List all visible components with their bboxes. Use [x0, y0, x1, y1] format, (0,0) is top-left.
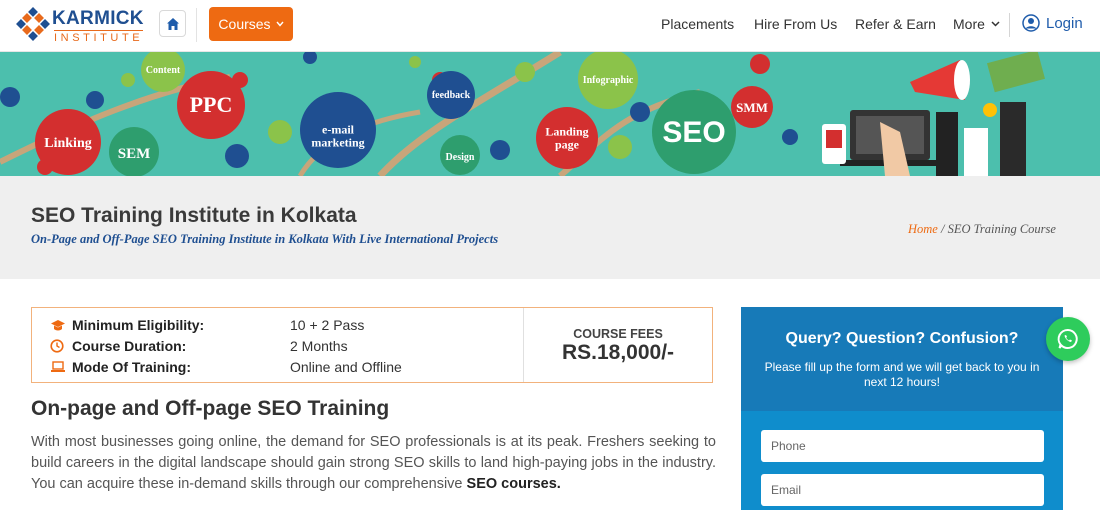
bubble-sem-label: SEM [118, 146, 151, 162]
logo-mark-icon [16, 7, 50, 41]
info-row-mode: Mode Of Training: Online and Offline [50, 357, 402, 377]
banner-illustration: Content PPC Linking SEM e-mail marketing … [0, 52, 1045, 176]
courses-dropdown-button[interactable]: Courses [209, 7, 293, 41]
home-button[interactable] [159, 10, 186, 37]
page-subtitle: On-Page and Off-Page SEO Training Instit… [31, 232, 499, 246]
phone-input[interactable]: Phone [761, 430, 1044, 462]
logo-name: KARMICK [52, 8, 144, 29]
section-heading: On-page and Off-page SEO Training [31, 397, 390, 420]
nav-separator [1009, 13, 1010, 37]
whatsapp-chat-button[interactable] [1046, 317, 1090, 361]
bubble-design-label: Design [446, 152, 475, 163]
info-row-eligibility: Minimum Eligibility: 10 + 2 Pass [50, 315, 364, 335]
logo[interactable]: KARMICK INSTITUTE [16, 6, 144, 46]
courses-label: Courses [218, 16, 271, 32]
info-value: 2 Months [290, 338, 348, 354]
chevron-down-icon [276, 21, 284, 27]
laptop-icon [50, 361, 72, 373]
course-info-box: Minimum Eligibility: 10 + 2 Pass Course … [31, 307, 713, 383]
graduation-cap-icon [50, 319, 72, 332]
nav-refer-earn[interactable]: Refer & Earn [855, 16, 936, 32]
phone-placeholder: Phone [771, 439, 806, 453]
bubble-linking-label: Linking [44, 136, 91, 151]
intro-bold-text: SEO courses. [466, 476, 561, 492]
bubble-feedback-label: feedback [432, 90, 471, 101]
intro-paragraph: With most businesses going online, the d… [31, 432, 716, 495]
course-fees-value: RS.18,000/- [561, 341, 675, 364]
chevron-down-icon [991, 21, 1000, 27]
info-value: Online and Offline [290, 359, 402, 375]
nav-more-label: More [953, 16, 985, 32]
nav-more[interactable]: More [953, 16, 1000, 32]
login-label: Login [1046, 14, 1083, 32]
info-row-duration: Course Duration: 2 Months [50, 336, 348, 356]
info-label: Minimum Eligibility: [72, 317, 205, 333]
bubble-content-label: Content [146, 65, 181, 76]
user-circle-icon [1022, 14, 1040, 32]
query-form-title: Query? Question? Confusion? [785, 330, 1019, 347]
logo-subtitle: INSTITUTE [54, 30, 144, 44]
course-fees-label: COURSE FEES [573, 327, 663, 341]
hero-banner: Content PPC Linking SEM e-mail marketing … [0, 52, 1100, 176]
bubble-smm-label: SMM [736, 100, 768, 115]
breadcrumb-home-link[interactable]: Home [908, 222, 938, 236]
intro-text: With most businesses going online, the d… [31, 434, 716, 492]
login-link[interactable]: Login [1022, 14, 1083, 32]
email-placeholder: Email [771, 483, 802, 497]
nav-placements[interactable]: Placements [661, 16, 734, 32]
breadcrumb-current: / SEO Training Course [940, 222, 1056, 236]
home-icon [166, 17, 179, 30]
bubble-infographic-label: Infographic [583, 75, 634, 86]
query-form-panel: Query? Question? Confusion? Please fill … [741, 307, 1063, 510]
clock-icon [50, 339, 72, 353]
whatsapp-icon [1057, 329, 1078, 349]
breadcrumb: Home / SEO Training Course [908, 222, 1056, 237]
info-label: Mode Of Training: [72, 359, 191, 375]
query-form-header [741, 307, 1063, 411]
query-form-subtitle: Please fill up the form and we will get … [764, 360, 1040, 389]
site-header: KARMICK INSTITUTE Courses Placements Hir… [0, 0, 1100, 52]
bubble-ppc-label: PPC [190, 92, 233, 117]
page-title: SEO Training Institute in Kolkata [31, 204, 357, 227]
email-input[interactable]: Email [761, 474, 1044, 506]
info-value: 10 + 2 Pass [290, 317, 365, 333]
info-label: Course Duration: [72, 338, 187, 354]
header-divider [196, 8, 197, 42]
bubble-seo-label: SEO [662, 116, 725, 149]
nav-hire-from-us[interactable]: Hire From Us [754, 16, 837, 32]
